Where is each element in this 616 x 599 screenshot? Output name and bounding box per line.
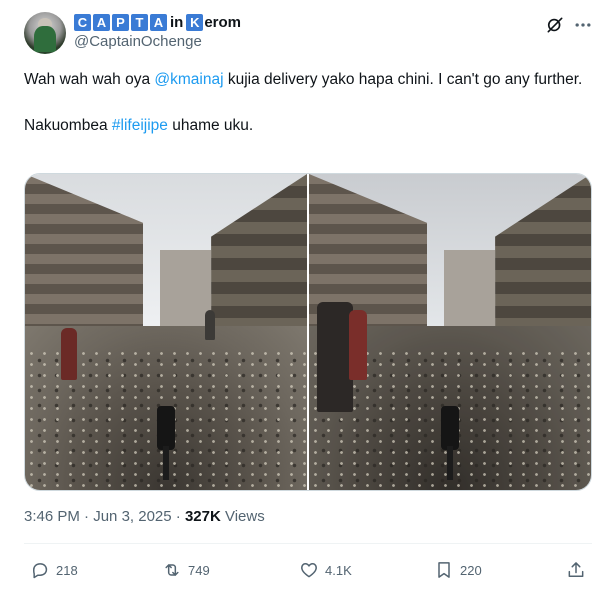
like-icon xyxy=(301,563,317,578)
photo-1[interactable] xyxy=(25,174,307,490)
like-count: 4.1K xyxy=(325,562,352,578)
tweet-time[interactable]: 3:46 PM xyxy=(24,508,80,525)
name-letter: C xyxy=(74,13,91,31)
divider xyxy=(24,543,592,544)
tweet-text-segment: uhame uku. xyxy=(167,117,254,134)
meta-separator: · xyxy=(171,508,185,525)
mention-link[interactable]: @kmainaj xyxy=(154,71,223,88)
views-label: Views xyxy=(220,508,265,525)
hashtag-link[interactable]: #lifeijipe xyxy=(112,117,168,134)
name-letter: K xyxy=(186,13,204,31)
views-count: 327K xyxy=(184,508,221,525)
name-letter: P xyxy=(112,13,129,31)
photo-camera-pole xyxy=(447,446,453,480)
name-letter: A xyxy=(93,13,110,31)
reply-icon xyxy=(33,563,48,579)
avatar-body xyxy=(34,26,56,52)
user-handle[interactable]: @CaptainOchenge xyxy=(74,33,202,50)
tweet-line-1: Wah wah wah oya @kmainaj kujia delivery … xyxy=(24,68,594,91)
display-name[interactable]: C A P T A in K erom xyxy=(74,12,241,32)
photo-person xyxy=(205,310,215,340)
tweet-meta: 3:46 PM · Jun 3, 2025 · 327K Views xyxy=(24,508,265,525)
photo-person xyxy=(317,302,353,412)
share-button[interactable] xyxy=(566,556,586,584)
reply-count: 218 xyxy=(56,562,78,578)
display-name-in: in xyxy=(170,13,184,31)
media-grid xyxy=(24,173,592,491)
photo-camera-pole xyxy=(163,446,169,480)
photo-2[interactable] xyxy=(309,174,591,490)
photo-camera xyxy=(441,406,459,450)
photo-person xyxy=(349,310,367,380)
meta-separator: · xyxy=(79,508,94,525)
tweet-text-segment: Wah wah wah oya xyxy=(24,71,155,88)
name-letter: T xyxy=(131,13,148,31)
repost-icon xyxy=(165,564,179,576)
tweet-text: Wah wah wah oya @kmainaj kujia delivery … xyxy=(24,68,594,137)
display-name-boxed-letters: C A P T A xyxy=(74,13,167,31)
grok-icon[interactable] xyxy=(544,14,566,36)
like-button[interactable]: 4.1K xyxy=(299,556,352,584)
bookmark-count: 220 xyxy=(460,562,482,578)
tweet-card: C A P T A in K erom @CaptainOchenge Wah … xyxy=(0,0,616,599)
photo-person xyxy=(61,328,77,380)
tweet-date[interactable]: Jun 3, 2025 xyxy=(93,508,171,525)
photo-camera xyxy=(157,406,175,450)
bookmark-icon xyxy=(438,562,450,578)
tweet-text-segment: kujia delivery yako hapa chini. I can't … xyxy=(223,71,583,88)
avatar[interactable] xyxy=(24,12,66,54)
share-icon xyxy=(568,562,584,577)
display-name-rest: erom xyxy=(204,13,242,31)
name-letter: A xyxy=(150,13,167,31)
more-icon[interactable] xyxy=(572,14,594,36)
tweet-text-segment: Nakuombea xyxy=(24,117,112,134)
repost-count: 749 xyxy=(188,562,210,578)
tweet-line-2: Nakuombea #lifeijipe uhame uku. xyxy=(24,114,594,137)
repost-button[interactable]: 749 xyxy=(162,556,210,584)
reply-button[interactable]: 218 xyxy=(30,556,78,584)
bookmark-button[interactable]: 220 xyxy=(434,556,482,584)
